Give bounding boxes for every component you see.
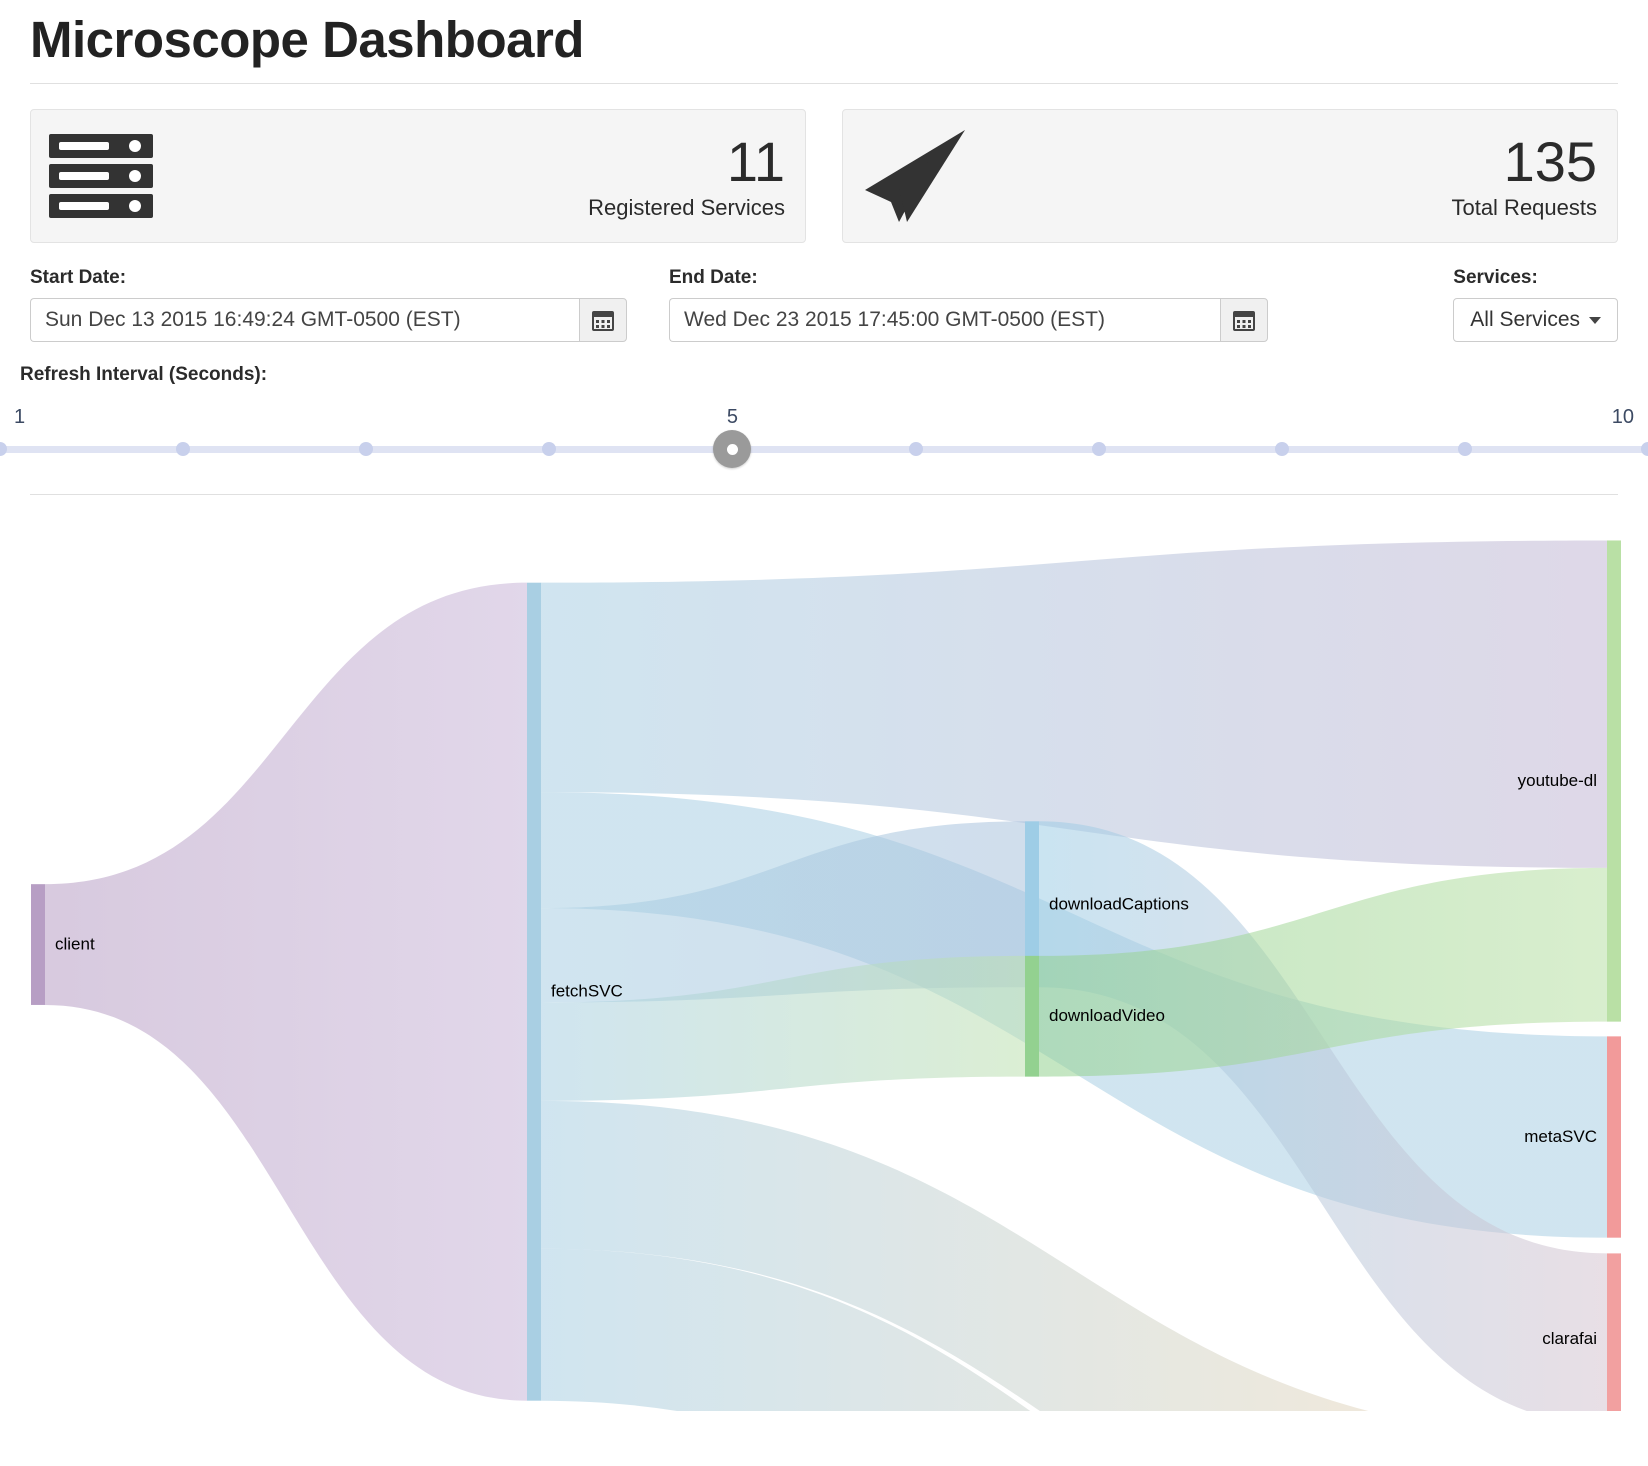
server-stack-icon [49,132,169,220]
end-date-input[interactable]: Wed Dec 23 2015 17:45:00 GMT-0500 (EST) [669,298,1220,342]
sankey-node-label: client [55,935,95,954]
start-date-label: Start Date: [30,267,127,288]
start-date-field: Start Date: Sun Dec 13 2015 16:49:24 GMT… [30,267,627,342]
services-label: Services: [1453,267,1538,288]
slider-handle[interactable] [713,430,752,468]
slider-value-label: 5 [726,406,738,428]
services-dropdown-value: All Services [1470,308,1580,331]
slider-tick[interactable] [359,442,374,456]
start-date-input-group: Sun Dec 13 2015 16:49:24 GMT-0500 (EST) [30,298,627,342]
page-title: Microscope Dashboard [30,11,584,68]
calendar-icon [1233,311,1255,331]
sankey-node-label: youtube-dl [1518,771,1597,790]
stat-value-registered-services: 11 [726,129,785,193]
chevron-down-icon [1589,316,1601,324]
slider-tick[interactable] [1457,442,1472,456]
slider-max-label: 10 [1611,406,1634,428]
sankey-node[interactable] [1607,540,1621,1022]
stat-card-registered-services: 11 Registered Services [30,109,806,243]
sankey-node-label: clarafai [1542,1329,1597,1348]
slider-tick[interactable] [542,442,557,456]
slider-tick[interactable] [1641,442,1648,456]
filters-row: Start Date: Sun Dec 13 2015 16:49:24 GMT… [0,243,1648,342]
sankey-node[interactable] [527,582,541,1401]
sankey-diagram: client fetchSVC downloadCaptions downloadVi… [0,511,1648,1411]
paper-plane-icon [861,126,981,226]
refresh-interval-slider[interactable]: 1 10 5 [0,398,1648,476]
stat-value-total-requests: 135 [1503,129,1597,193]
slider-tick[interactable] [908,442,923,456]
slider-tick[interactable] [1274,442,1289,456]
stat-text-total-requests: 135 Total Requests [1451,129,1597,221]
sankey-node[interactable] [1607,1036,1621,1238]
slider-tick[interactable] [1091,442,1106,456]
end-date-input-group: Wed Dec 23 2015 17:45:00 GMT-0500 (EST) [669,298,1268,342]
slider-tick[interactable] [0,442,7,456]
stat-label-registered-services: Registered Services [588,195,785,221]
slider-track[interactable] [0,446,1648,453]
slider-divider [30,494,1618,495]
stat-card-total-requests: 135 Total Requests [842,109,1618,243]
end-date-field: End Date: Wed Dec 23 2015 17:45:00 GMT-0… [669,267,1268,342]
slider-tick[interactable] [176,442,191,456]
start-date-input[interactable]: Sun Dec 13 2015 16:49:24 GMT-0500 (EST) [30,298,579,342]
services-dropdown[interactable]: All Services [1453,298,1618,342]
sankey-node[interactable] [1025,955,1039,1077]
start-date-calendar-button[interactable] [579,298,627,342]
calendar-icon [592,311,614,331]
sankey-node-label: downloadCaptions [1049,894,1189,913]
sankey-node[interactable] [31,884,45,1005]
end-date-label: End Date: [669,267,758,288]
stats-row: 11 Registered Services 135 Total Request… [0,84,1648,243]
refresh-interval-label: Refresh Interval (Seconds): [20,364,268,385]
sankey-node[interactable] [1607,1253,1621,1411]
services-field: Services: All Services [1453,267,1618,342]
refresh-interval-section: Refresh Interval (Seconds): 1 10 5 [0,342,1648,476]
dashboard-page: Microscope Dashboard 11 Registered Servi… [0,0,1648,1466]
slider-min-label: 1 [14,406,26,428]
sankey-node-label: fetchSVC [551,982,623,1001]
stat-label-total-requests: Total Requests [1451,195,1597,221]
sankey-node-label: metaSVC [1524,1127,1597,1146]
sankey-node-label: downloadVideo [1049,1006,1165,1025]
sankey-link[interactable] [45,582,527,1401]
end-date-calendar-button[interactable] [1220,298,1268,342]
stat-text-registered-services: 11 Registered Services [588,129,785,221]
